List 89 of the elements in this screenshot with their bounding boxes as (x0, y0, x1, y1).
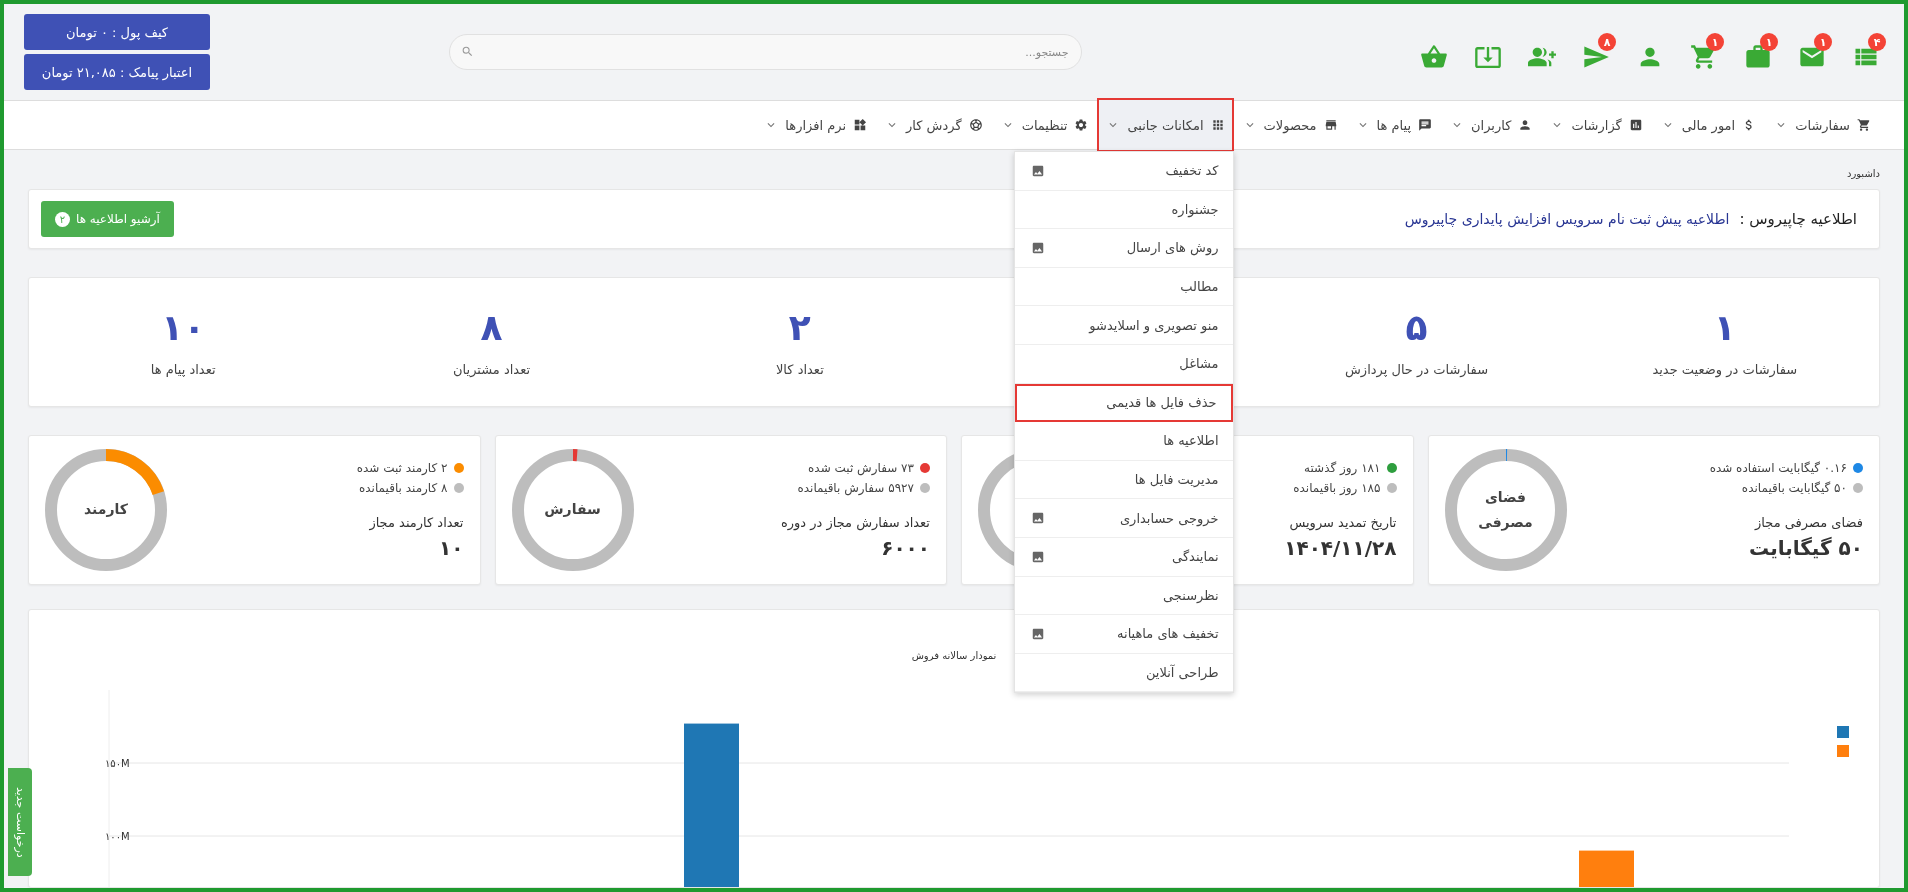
legend-dot (1386, 482, 1397, 493)
stat-value: ۵ (1405, 307, 1428, 348)
basket-icon[interactable] (1420, 43, 1448, 71)
donut-label: فضای مصرفی (1477, 487, 1534, 533)
chart-icon (1628, 118, 1643, 132)
dropdown-item[interactable]: جشنواره (1014, 190, 1233, 230)
legend-swatch (1837, 726, 1849, 738)
donut-label: سفارش (543, 500, 602, 520)
dropdown-item[interactable]: روش های ارسال (1014, 229, 1233, 268)
dropdown-item[interactable]: اطلاعیه ها (1014, 422, 1233, 461)
donut-label: کارمند (83, 500, 129, 520)
stat-label: سفارشات در حال پردازش (1345, 362, 1489, 377)
widgets-icon (853, 118, 868, 132)
search-icon (460, 45, 474, 58)
wallet-button[interactable]: کیف پول : ۰ تومان (24, 14, 210, 50)
nav-menu-item[interactable]: نرم افزارها (755, 102, 877, 148)
legend-dot (453, 482, 464, 493)
legend-text: ۵۹۲۷ سفارش باقیمانده (797, 480, 914, 495)
usage-value: ۵۰ گیگابایت (1747, 535, 1863, 560)
usage-label: تعداد سفارش مجاز در دوره (780, 514, 930, 530)
sms-credit-button[interactable]: اعتبار پیامک : ۲۱,۰۸۵ تومان (24, 54, 210, 90)
image-icon (1030, 626, 1045, 641)
image-icon (1030, 511, 1045, 526)
notification-badge: ۱ (1760, 33, 1778, 51)
stat-value: ۲ (788, 307, 811, 348)
dropdown-item[interactable]: مدیریت فایل ها (1014, 460, 1233, 500)
dropdown-item[interactable]: نظرسنجی (1014, 576, 1233, 616)
notification-badge: ۴ (1868, 33, 1886, 51)
gear-icon (1074, 118, 1089, 132)
nav-menu-item[interactable]: پیام ها (1346, 102, 1442, 148)
dropdown-item[interactable]: خروجی حسابداری (1014, 499, 1233, 538)
usage-value: ۶۰۰۰ (880, 535, 930, 560)
nav-menu-item[interactable]: گردش کار (876, 102, 992, 148)
nav-menu-item[interactable]: محصولات (1233, 102, 1347, 148)
dropdown-item[interactable]: کد تخفیف (1014, 152, 1233, 191)
store-icon (1323, 118, 1338, 132)
notification-badge: ۱ (1706, 33, 1724, 51)
nav-menu-item[interactable]: امکانات جانبی (1097, 98, 1234, 152)
nav-menu-item[interactable]: کاربران (1441, 102, 1542, 148)
usage-label: تاریخ تمدید سرویس (1288, 514, 1397, 530)
chart-title: نمودار سالانه فروش (911, 649, 997, 664)
stat-value: ۸ (480, 307, 503, 348)
stat-label: تعداد مشتریان (453, 362, 531, 377)
legend-dot (1853, 482, 1863, 493)
usage-value: ۱۰ (438, 535, 464, 560)
usage-label: فضای مصرفی مجاز (1753, 514, 1863, 530)
breadcrumb[interactable]: داشبورد (1846, 150, 1880, 189)
image-icon (1030, 241, 1045, 255)
legend-text: ۱۸۵ روز باقیمانده (1293, 480, 1381, 495)
dropdown-item[interactable]: تخفیف های ماهیانه (1014, 615, 1233, 654)
nav-menu-item[interactable]: تنظیمات (991, 102, 1098, 148)
legend-text: ۰.۱۶ گیگابایت استفاده شده (1709, 460, 1847, 475)
legend-dot (920, 482, 930, 493)
dropdown-item[interactable]: نمایندگی (1014, 537, 1233, 577)
notice-link[interactable]: اطلاعیه پیش ثبت نام سرویس افزایش پایداری چاپیروس (1404, 211, 1730, 227)
axis-tick-label: ۱۵۰M (105, 758, 130, 769)
legend-text: ۵۰ گیگابایت باقیمانده (1741, 480, 1847, 495)
cart-icon (1857, 118, 1871, 132)
image-icon (1030, 549, 1045, 564)
usage-label: تعداد کارمند مجاز (368, 514, 464, 530)
dropdown-item[interactable]: حذف فایل ها قدیمی (1014, 383, 1233, 423)
image-icon (1030, 163, 1045, 178)
stat-value: ۱ (1713, 307, 1736, 348)
chat-icon (1418, 118, 1433, 132)
nav-menu-item[interactable]: امور مالی (1651, 102, 1766, 148)
dropdown-item[interactable]: منو تصویری و اسلایدشو (1014, 306, 1233, 345)
usage-value: ۱۴۰۴/۱۱/۲۸ (1284, 535, 1397, 560)
stat-label: تعداد پیام ها (150, 362, 216, 377)
nav-menu-item[interactable]: سفارشات (1765, 102, 1880, 148)
legend-text: ۲ کارمند ثبت شده (356, 460, 448, 475)
notification-badge: ۸ (1598, 33, 1616, 51)
stat-value: ۱۰ (161, 307, 206, 348)
legend-text: ۸ کارمند باقیمانده (359, 480, 448, 495)
notification-badge: ۱ (1814, 33, 1832, 51)
nav-menu-item[interactable]: گزارشات (1541, 102, 1652, 148)
legend-text: ۷۳ سفارش ثبت شده (808, 460, 914, 475)
person-icon (1518, 118, 1533, 132)
bar (1579, 850, 1634, 887)
legend-text: ۱۸۱ روز گذشته (1304, 460, 1381, 475)
legend-swatch (1837, 745, 1849, 757)
notice-title: اطلاعیه چاپیروس : (1739, 210, 1857, 228)
stat-label: سفارشات در وضعیت جدید (1652, 362, 1798, 377)
dropdown-item[interactable]: مشاغل (1014, 344, 1233, 384)
axis-tick-label: ۱۰۰M (105, 831, 130, 842)
dropdown-item[interactable]: طراحی آنلاین (1014, 653, 1233, 693)
search-field[interactable]: جستجو... (448, 34, 1082, 70)
dropdown-item[interactable]: مطالب (1014, 267, 1233, 307)
stat-label: تعداد کالا (775, 362, 824, 377)
grid-icon (1210, 118, 1225, 132)
